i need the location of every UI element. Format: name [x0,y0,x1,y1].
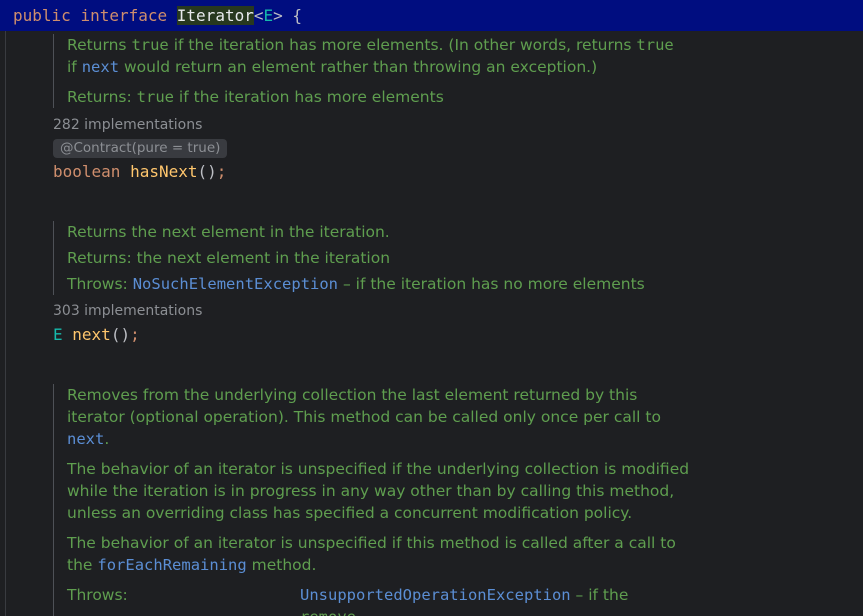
semicolon: ; [130,325,140,344]
type-parameter[interactable]: E [263,6,273,25]
parens: () [197,162,217,181]
contract-annotation-chip[interactable]: @Contract(pure = true) [53,139,228,158]
method-declaration-hasnext[interactable]: boolean hasNext(); [53,161,226,183]
type-boolean: boolean [53,162,121,181]
doc-comment-hasnext[interactable]: Returns true if the iteration has more e… [53,34,674,108]
implementations-hint-next[interactable]: 303 implementations [53,302,202,320]
doc-returns: Returns: true if the iteration has more … [67,88,444,106]
doc-line: Returns true if the iteration has more e… [67,36,674,54]
doc-returns: Returns: the next element in the iterati… [67,249,391,267]
throws-label: Throws: [67,586,128,604]
type-e: E [53,325,63,344]
code-editor[interactable]: public interface Iterator<E> { Returns t… [0,0,863,616]
method-name-hasnext[interactable]: hasNext [130,162,197,181]
doc-comment-next[interactable]: Returns the next element in the iteratio… [53,221,645,295]
doc-line: unless an overriding class has specified… [67,504,633,522]
current-line-highlight: public interface Iterator<E> { [0,0,863,31]
open-brace: { [282,6,303,25]
class-name[interactable]: Iterator [176,6,254,25]
doc-link-nosuchelement[interactable]: NoSuchElementException [133,275,338,293]
doc-line: Removes from the underlying collection t… [67,386,638,404]
interface-declaration[interactable]: public interface Iterator<E> { [13,5,302,27]
doc-line: Returns the next element in the iteratio… [67,223,390,241]
throws-entry: UnsupportedOperationException – if the [300,586,629,604]
doc-line: The behavior of an iterator is unspecifi… [67,534,676,552]
doc-line: next. [67,430,110,448]
method-declaration-next[interactable]: E next(); [53,324,140,346]
doc-line: while the iteration is in progress in an… [67,482,675,500]
gutter-divider [5,0,6,616]
doc-line: iterator (optional operation). This meth… [67,408,661,426]
angle-close: > [273,6,283,25]
doc-throws: Throws: NoSuchElementException – if the … [67,275,645,293]
doc-link-next[interactable]: next [67,430,104,448]
doc-line: if next would return an element rather t… [67,58,598,76]
doc-link-unsupportedoperation[interactable]: UnsupportedOperationException [300,586,571,604]
implementations-hint-hasnext[interactable]: 282 implementations [53,116,202,134]
semicolon: ; [216,162,227,181]
keyword-public: public [13,6,71,25]
throws-partial-line: remove [300,606,356,616]
doc-line: The behavior of an iterator is unspecifi… [67,460,690,478]
doc-throws-continued: remove [67,606,689,616]
keyword-interface: interface [80,6,168,25]
doc-throws: Throws: UnsupportedOperationException – … [67,584,689,606]
doc-link-foreachremaining[interactable]: forEachRemaining [97,556,246,574]
parens: () [110,325,131,344]
doc-comment-remove[interactable]: Removes from the underlying collection t… [53,384,689,616]
doc-link-next[interactable]: next [82,58,119,76]
doc-line: the forEachRemaining method. [67,556,317,574]
method-name-next[interactable]: next [72,325,111,344]
